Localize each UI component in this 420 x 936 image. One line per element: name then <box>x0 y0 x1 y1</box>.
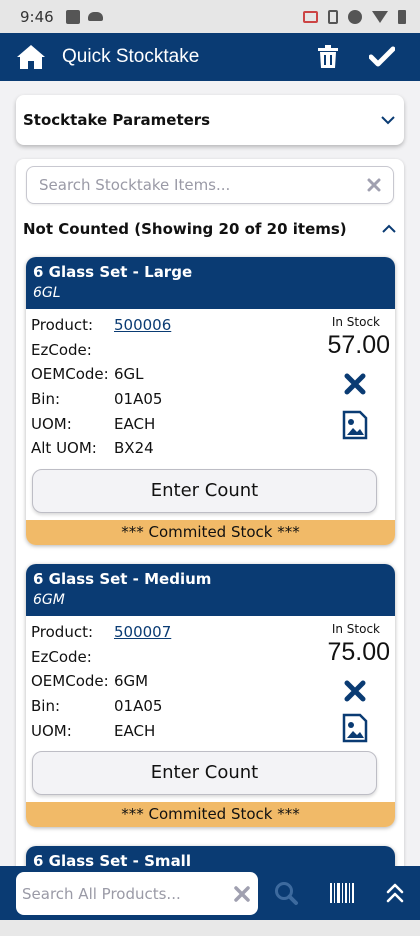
stock-item-card: 6 Glass Set - Medium 6GM Product: 500007… <box>26 564 395 827</box>
oemcode-value: 6GM <box>114 672 149 691</box>
in-stock-label: In Stock <box>331 622 380 636</box>
image-icon <box>342 713 368 743</box>
stocktake-parameters-panel[interactable]: Stocktake Parameters <box>16 95 404 145</box>
stocktake-search-input[interactable] <box>39 176 367 194</box>
search-button[interactable] <box>266 873 306 913</box>
item-code: 6GL <box>33 285 61 301</box>
app-bar: Quick Stocktake <box>0 33 420 81</box>
item-name: 6 Glass Set - Medium <box>33 570 212 588</box>
committed-stock-banner: *** Commited Stock *** <box>26 801 395 827</box>
checkmark-icon <box>369 46 395 67</box>
item-code: 6GM <box>33 592 65 608</box>
oemcode-label: OEMCode: <box>31 672 109 691</box>
uom-label: UOM: <box>31 414 72 433</box>
not-counted-title: Not Counted (Showing 20 of 20 items) <box>23 220 347 238</box>
not-counted-panel: Not Counted (Showing 20 of 20 items) 6 G… <box>16 159 404 866</box>
wifi-icon <box>372 10 388 23</box>
app-actions <box>308 37 420 77</box>
chevron-up-icon[interactable] <box>381 224 397 234</box>
in-stock-value: 57.00 <box>327 331 390 359</box>
search-icon <box>275 882 298 905</box>
notification-icon <box>65 9 80 24</box>
trash-icon <box>318 45 338 68</box>
product-link[interactable]: 500007 <box>114 623 171 641</box>
enter-count-button[interactable]: Enter Count <box>32 750 377 795</box>
close-icon <box>344 680 366 702</box>
barcode-scan-button[interactable] <box>322 873 362 913</box>
item-image-button[interactable] <box>320 410 390 440</box>
confirm-button[interactable] <box>362 37 402 77</box>
in-stock-label: In Stock <box>331 315 380 329</box>
vibrate-icon <box>328 9 338 24</box>
product-link[interactable]: 500006 <box>114 316 171 334</box>
item-image-button[interactable] <box>320 713 390 743</box>
oemcode-value: 6GL <box>114 365 144 384</box>
stock-column: In Stock 57.00 <box>320 315 390 440</box>
oemcode-label: OEMCode: <box>31 365 109 384</box>
item-name: 6 Glass Set - Large <box>33 263 193 281</box>
card-header: 6 Glass Set - Large 6GL <box>26 257 395 309</box>
in-stock-value: 75.00 <box>327 638 390 666</box>
card-body: Product: 500006 EzCode: OEMCode: 6GL Bin… <box>26 309 395 461</box>
home-icon <box>17 45 45 69</box>
committed-stock-banner: *** Commited Stock *** <box>26 519 395 545</box>
bin-value: 01A05 <box>114 390 163 409</box>
enter-count-button[interactable]: Enter Count <box>32 468 377 513</box>
alt-uom-value: BX24 <box>114 439 154 458</box>
product-label: Product: <box>31 316 94 335</box>
chevron-down-icon[interactable] <box>380 115 396 125</box>
card-body: Product: 500007 EzCode: OEMCode: 6GM Bin… <box>26 616 395 743</box>
parameters-title: Stocktake Parameters <box>23 111 211 129</box>
uom-value: EACH <box>114 721 156 740</box>
remove-item-button[interactable] <box>320 679 390 703</box>
bottom-bar <box>0 866 420 920</box>
item-name: 6 Glass Set - Small <box>33 852 191 866</box>
bin-value: 01A05 <box>114 697 163 716</box>
system-nav-bar <box>0 920 420 936</box>
product-search-input[interactable] <box>22 884 234 903</box>
status-time: 9:46 <box>20 7 54 26</box>
barcode-icon <box>330 883 354 903</box>
close-icon <box>344 373 366 395</box>
uom-value: EACH <box>114 414 156 433</box>
product-search <box>16 872 258 915</box>
battery-icon <box>398 9 406 24</box>
cast-icon <box>303 10 318 23</box>
cloud-icon <box>87 12 103 21</box>
main-content[interactable]: Stocktake Parameters Not Counted (Showin… <box>0 81 420 866</box>
home-button[interactable] <box>0 33 62 81</box>
stock-item-card: 6 Glass Set - Large 6GL Product: 500006 … <box>26 257 395 545</box>
page-title: Quick Stocktake <box>62 46 200 67</box>
stocktake-search <box>26 166 394 204</box>
bin-label: Bin: <box>31 390 61 409</box>
stock-column: In Stock 75.00 <box>320 622 390 743</box>
ezcode-label: EzCode: <box>31 340 92 359</box>
card-header: 6 Glass Set - Small <box>26 846 395 866</box>
card-header: 6 Glass Set - Medium 6GM <box>26 564 395 616</box>
image-icon <box>342 410 368 440</box>
uom-label: UOM: <box>31 721 72 740</box>
dnd-icon <box>348 9 362 24</box>
status-bar: 9:46 <box>0 0 420 33</box>
scroll-top-button[interactable] <box>375 873 415 913</box>
stock-item-card: 6 Glass Set - Small <box>26 846 395 866</box>
not-counted-header[interactable]: Not Counted (Showing 20 of 20 items) <box>23 217 397 241</box>
remove-item-button[interactable] <box>320 372 390 396</box>
clear-search-icon[interactable] <box>234 885 250 902</box>
delete-button[interactable] <box>308 37 348 77</box>
clear-search-icon[interactable] <box>367 178 381 192</box>
status-icons <box>303 9 406 24</box>
double-chevron-up-icon <box>386 883 404 903</box>
alt-uom-label: Alt UOM: <box>31 439 97 458</box>
product-label: Product: <box>31 623 94 642</box>
bin-label: Bin: <box>31 697 61 716</box>
ezcode-label: EzCode: <box>31 647 92 666</box>
